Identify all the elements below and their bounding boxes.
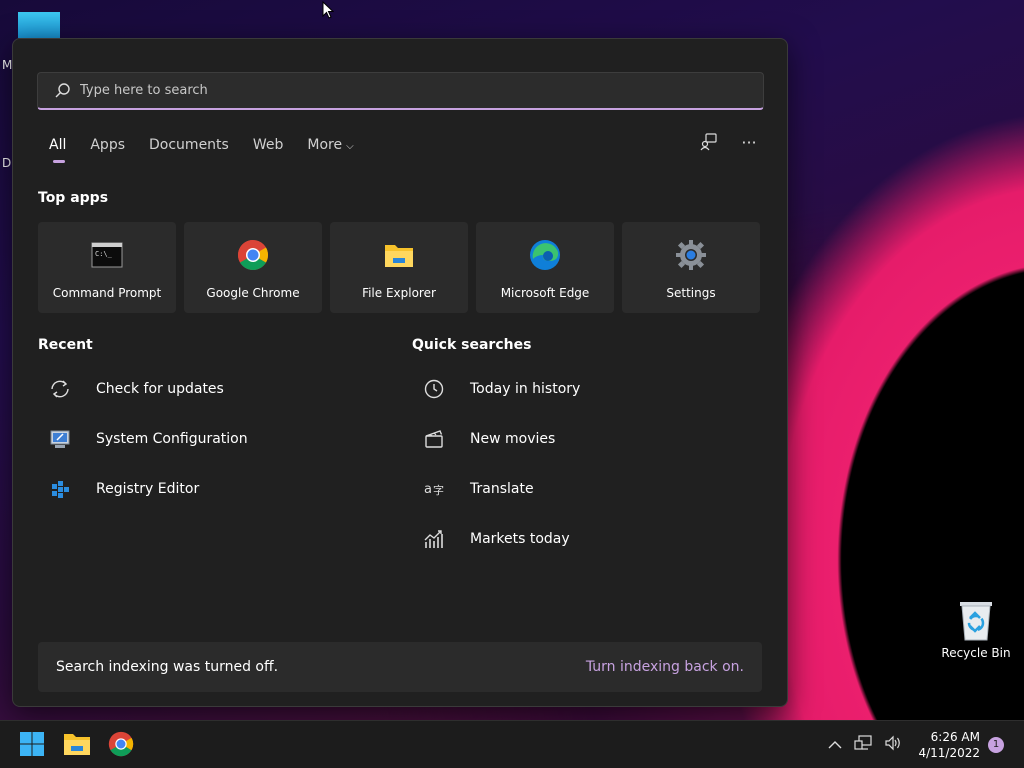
clock-icon: [422, 377, 446, 401]
tab-all[interactable]: All: [49, 137, 66, 163]
translate-icon: a字: [422, 477, 446, 501]
list-item-check-updates[interactable]: Check for updates: [48, 364, 248, 414]
tab-apps[interactable]: Apps: [90, 137, 125, 163]
app-label: Google Chrome: [206, 286, 300, 300]
recycle-bin-icon: [956, 596, 996, 642]
list-item-markets-today[interactable]: Markets today: [422, 514, 580, 564]
tab-more-label: More: [307, 137, 343, 153]
taskbar: 6:26 AM 4/11/2022 1: [0, 720, 1024, 768]
recent-heading: Recent: [38, 337, 93, 353]
tab-web[interactable]: Web: [253, 137, 284, 163]
windows-logo-icon: [20, 732, 44, 756]
app-tile-command-prompt[interactable]: C:\_ Command Prompt: [38, 222, 176, 313]
start-button[interactable]: [19, 731, 47, 759]
taskbar-file-explorer[interactable]: [63, 731, 91, 759]
file-explorer-icon: [383, 239, 415, 271]
list-item-label: System Configuration: [96, 431, 248, 447]
notification-badge[interactable]: 1: [988, 737, 1004, 753]
chevron-up-icon[interactable]: [828, 736, 842, 754]
edge-icon: [529, 239, 561, 271]
settings-gear-icon: [675, 239, 707, 271]
recycle-bin[interactable]: Recycle Bin: [940, 596, 1012, 660]
recent-list: Check for updates System Configuration R…: [48, 364, 248, 514]
refresh-icon: [48, 377, 72, 401]
app-tile-settings[interactable]: Settings: [622, 222, 760, 313]
header-actions: ···: [699, 133, 759, 153]
list-item-label: Markets today: [470, 531, 570, 547]
app-label: Microsoft Edge: [500, 286, 590, 300]
app-tile-microsoft-edge[interactable]: Microsoft Edge: [476, 222, 614, 313]
search-filter-tabs: All Apps Documents Web More ⌵: [49, 137, 378, 163]
system-tray: 6:26 AM 4/11/2022 1: [822, 721, 1024, 768]
list-item-label: Registry Editor: [96, 481, 200, 497]
list-item-registry-editor[interactable]: Registry Editor: [48, 464, 248, 514]
list-item-label: Check for updates: [96, 381, 224, 397]
desktop-label-partial: M: [2, 58, 13, 72]
app-label: Settings: [666, 286, 716, 300]
list-item-new-movies[interactable]: New movies: [422, 414, 580, 464]
quick-searches-list: Today in history New movies a字 Translate…: [422, 364, 580, 564]
tab-more[interactable]: More ⌵: [307, 137, 353, 163]
system-config-icon: [48, 427, 72, 451]
account-switch-icon[interactable]: [699, 133, 719, 153]
more-options-icon[interactable]: ···: [739, 133, 759, 153]
clock-time: 6:26 AM: [930, 730, 980, 744]
svg-text:字: 字: [433, 483, 444, 497]
search-box[interactable]: [37, 72, 764, 110]
list-item-translate[interactable]: a字 Translate: [422, 464, 580, 514]
clapper-icon: [422, 427, 446, 451]
recycle-bin-label: Recycle Bin: [941, 646, 1011, 660]
indexing-notice-text: Search indexing was turned off.: [56, 659, 279, 675]
tab-documents[interactable]: Documents: [149, 137, 229, 163]
search-panel: All Apps Documents Web More⌵ ··· Top app…: [12, 38, 788, 707]
search-input[interactable]: [80, 83, 763, 98]
app-label: File Explorer: [362, 286, 436, 300]
indexing-notice: Search indexing was turned off. Turn ind…: [38, 642, 762, 692]
list-item-label: New movies: [470, 431, 556, 447]
app-label: Command Prompt: [52, 286, 162, 300]
turn-indexing-on-link[interactable]: Turn indexing back on.: [586, 659, 744, 675]
chrome-icon: [237, 239, 269, 271]
command-prompt-icon: C:\_: [91, 239, 123, 271]
app-tile-file-explorer[interactable]: File Explorer: [330, 222, 468, 313]
taskbar-chrome[interactable]: [108, 731, 136, 759]
clock-date: 4/11/2022: [918, 746, 980, 760]
chevron-down-icon: ⌵: [346, 141, 354, 152]
desktop-icon-partial[interactable]: [18, 12, 60, 38]
list-item-system-configuration[interactable]: System Configuration: [48, 414, 248, 464]
list-item-label: Today in history: [470, 381, 581, 397]
volume-icon[interactable]: [884, 735, 902, 755]
svg-text:C:\_: C:\_: [95, 250, 113, 258]
registry-editor-icon: [48, 477, 72, 501]
chart-icon: [422, 527, 446, 551]
list-item-label: Translate: [470, 481, 534, 497]
chrome-icon: [108, 731, 134, 757]
file-explorer-icon: [64, 734, 90, 755]
taskbar-clock[interactable]: 6:26 AM 4/11/2022: [918, 729, 980, 761]
top-apps-heading: Top apps: [38, 190, 109, 206]
network-icon[interactable]: [854, 735, 873, 755]
list-item-today-in-history[interactable]: Today in history: [422, 364, 580, 414]
search-icon: [54, 82, 72, 100]
desktop-label-partial-2: D: [2, 156, 12, 170]
top-apps-grid: C:\_ Command Prompt Google Chrome File E…: [38, 222, 760, 313]
svg-text:a: a: [424, 482, 432, 497]
quick-searches-heading: Quick searches: [412, 337, 532, 353]
app-tile-google-chrome[interactable]: Google Chrome: [184, 222, 322, 313]
